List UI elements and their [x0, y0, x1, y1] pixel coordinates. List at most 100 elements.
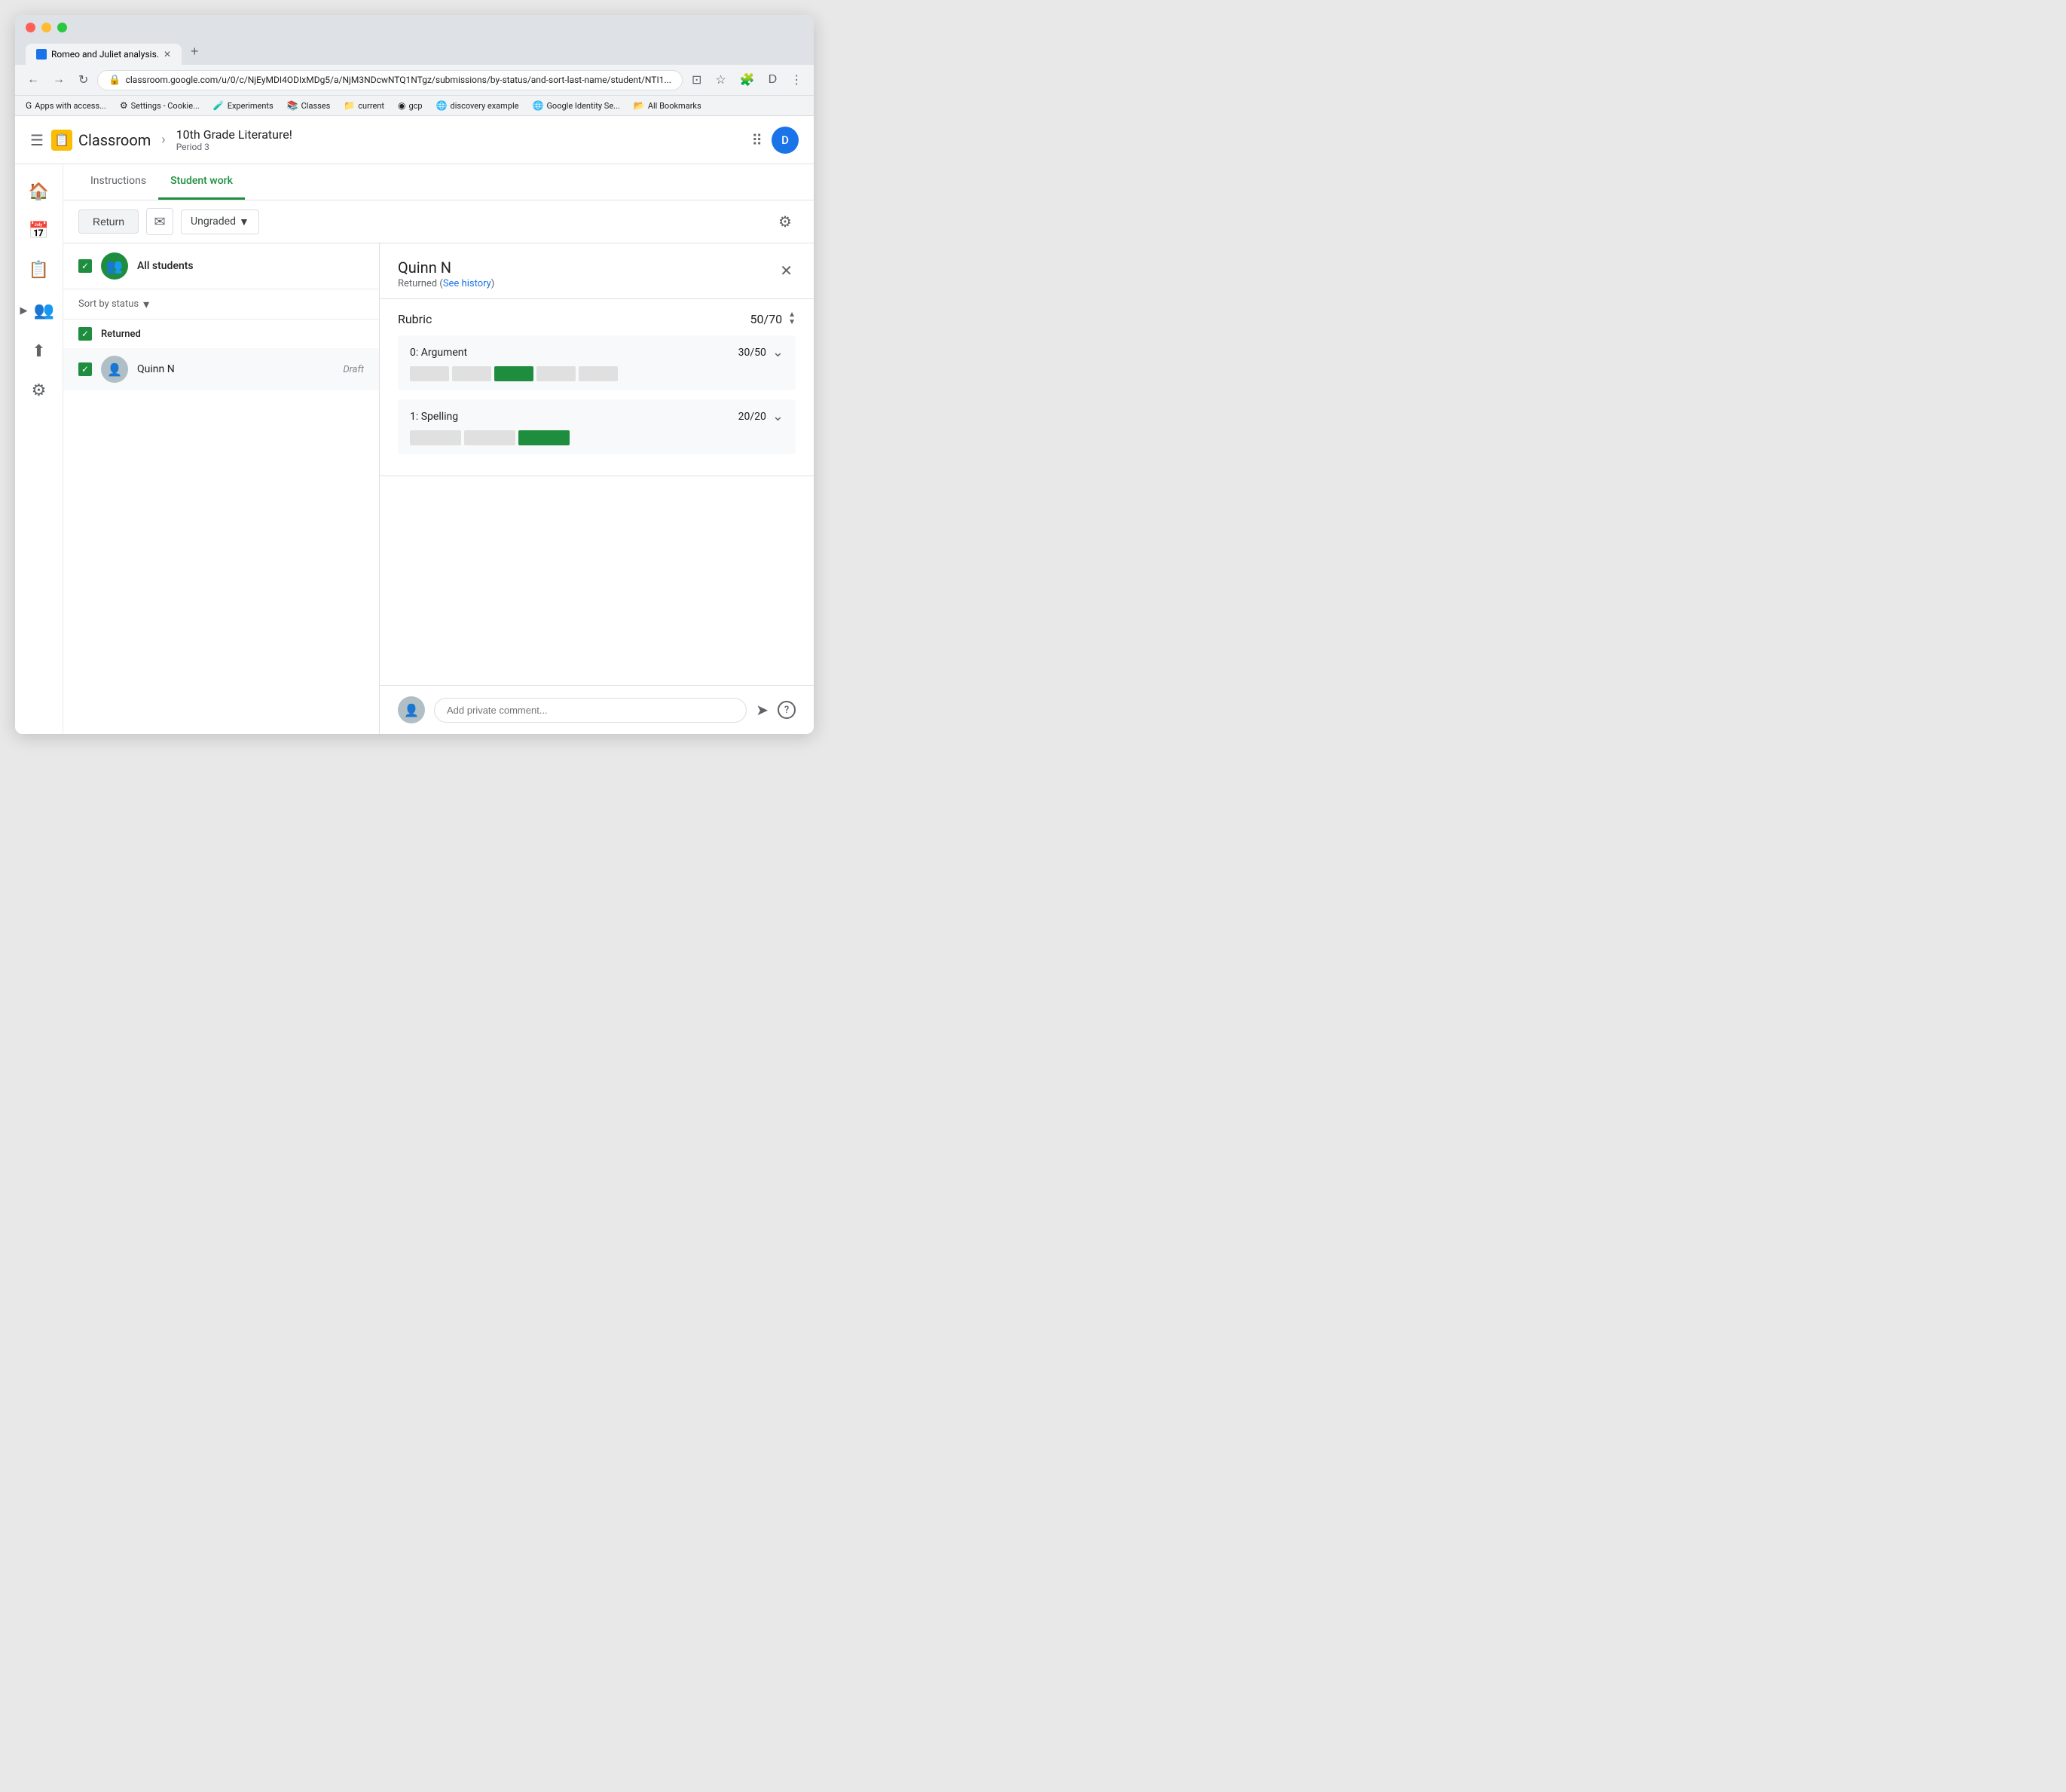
- google-icon: G: [26, 100, 32, 111]
- active-tab[interactable]: Romeo and Juliet analysis. ✕: [26, 44, 182, 65]
- back-button[interactable]: ←: [23, 70, 44, 90]
- returned-checkbox[interactable]: [78, 327, 92, 341]
- rubric-header: Rubric 50/70 ▲ ▼: [398, 311, 796, 326]
- cast-icon[interactable]: ⊡: [687, 69, 706, 90]
- criteria-argument-expand-icon[interactable]: ⌄: [772, 344, 784, 360]
- bookmark-current[interactable]: 📁 current: [341, 99, 387, 112]
- tab-title: Romeo and Juliet analysis.: [51, 49, 159, 60]
- all-students-checkbox[interactable]: [78, 259, 92, 273]
- close-traffic-light[interactable]: [26, 23, 35, 32]
- user-avatar[interactable]: D: [772, 127, 799, 154]
- grid-apps-icon[interactable]: ⠿: [751, 131, 763, 149]
- browser-controls: [26, 23, 803, 32]
- spelling-score-bar: [410, 430, 784, 445]
- criteria-argument-score-value: 30/50: [738, 347, 766, 359]
- url-text: classroom.google.com/u/0/c/NjEyMDI4ODIxM…: [126, 75, 671, 85]
- sidebar-item-home[interactable]: 🏠: [21, 173, 57, 209]
- argument-score-bar: [410, 366, 784, 381]
- course-period: Period 3: [176, 142, 292, 152]
- return-button[interactable]: Return: [78, 209, 139, 234]
- sort-row: Sort by status ▾: [63, 289, 379, 320]
- browser-window: Romeo and Juliet analysis. ✕ + ← → ↻ 🔒 c…: [15, 15, 814, 734]
- student-submission-status: Draft: [343, 364, 364, 375]
- minimize-traffic-light[interactable]: [41, 23, 51, 32]
- bookmark-experiments-label: Experiments: [228, 101, 274, 111]
- close-panel-button[interactable]: ✕: [777, 258, 796, 283]
- sidebar-item-settings[interactable]: ⚙: [21, 372, 57, 408]
- settings-bookmark-icon: ⚙: [120, 100, 128, 111]
- help-icon[interactable]: ?: [778, 701, 796, 719]
- bookmark-discovery[interactable]: 🌐 discovery example: [433, 99, 522, 112]
- browser-titlebar: Romeo and Juliet analysis. ✕ +: [15, 15, 814, 65]
- student-checkbox[interactable]: [78, 362, 92, 376]
- bookmark-identity-label: Google Identity Se...: [546, 101, 619, 111]
- commenter-avatar: 👤: [398, 696, 425, 723]
- student-work-panel: Quinn N Returned (See history) ✕ Rubric: [380, 243, 814, 734]
- app-title: Classroom: [78, 131, 151, 149]
- student-info: Quinn N Returned (See history): [398, 258, 777, 289]
- criteria-spelling-expand-icon[interactable]: ⌄: [772, 408, 784, 424]
- experiments-icon: 🧪: [213, 100, 225, 111]
- returned-label: Returned: [101, 329, 141, 340]
- new-tab-button[interactable]: +: [183, 38, 206, 65]
- browser-toolbar: ← → ↻ 🔒 classroom.google.com/u/0/c/NjEyM…: [15, 65, 814, 96]
- sidebar-expand[interactable]: ▶ 👥: [20, 297, 58, 324]
- grade-filter-dropdown[interactable]: Ungraded ▼: [181, 209, 259, 234]
- comment-input[interactable]: [434, 698, 747, 723]
- header-left: ☰ 📋 Classroom › 10th Grade Literature! P…: [30, 127, 751, 152]
- bookmark-apps[interactable]: G Apps with access...: [23, 99, 109, 112]
- all-students-row[interactable]: 👥 All students: [63, 243, 379, 289]
- reload-button[interactable]: ↻: [74, 69, 93, 90]
- work-spacer: [380, 476, 814, 685]
- tab-student-work[interactable]: Student work: [158, 164, 245, 200]
- rubric-score-arrows[interactable]: ▲ ▼: [788, 311, 796, 326]
- tab-instructions[interactable]: Instructions: [78, 164, 158, 200]
- app-container: ☰ 📋 Classroom › 10th Grade Literature! P…: [15, 116, 814, 734]
- sidebar: 🏠 📅 📋 ▶ 👥 ⬆ ⚙: [15, 164, 63, 734]
- see-history-link[interactable]: See history: [443, 278, 491, 289]
- bookmark-classes[interactable]: 📚 Classes: [284, 99, 334, 112]
- sidebar-item-assignment[interactable]: 📋: [21, 252, 57, 288]
- profile-icon[interactable]: D: [764, 70, 782, 90]
- bookmark-classes-label: Classes: [301, 101, 331, 111]
- sort-dropdown-icon[interactable]: ▾: [143, 297, 149, 311]
- extensions-icon[interactable]: 🧩: [735, 69, 759, 90]
- app-header: ☰ 📋 Classroom › 10th Grade Literature! P…: [15, 116, 814, 164]
- sidebar-item-calendar[interactable]: 📅: [21, 213, 57, 249]
- menu-icon[interactable]: ⋮: [786, 69, 807, 90]
- criteria-spelling-score: 20/20 ⌄: [738, 408, 784, 424]
- settings-icon-button[interactable]: ⚙: [772, 208, 799, 235]
- email-icon-button[interactable]: ✉: [146, 208, 173, 235]
- hamburger-menu-icon[interactable]: ☰: [30, 131, 44, 149]
- classroom-logo-icon: 📋: [51, 130, 72, 151]
- sidebar-item-people[interactable]: 👥: [31, 297, 58, 324]
- rubric-section: Rubric 50/70 ▲ ▼: [380, 299, 814, 476]
- split-view: 👥 All students Sort by status ▾ Returned: [63, 243, 814, 734]
- send-comment-icon[interactable]: ➤: [756, 701, 769, 719]
- bookmark-experiments[interactable]: 🧪 Experiments: [210, 99, 277, 112]
- discovery-icon: 🌐: [436, 100, 448, 111]
- sidebar-item-upload[interactable]: ⬆: [21, 333, 57, 369]
- tab-close-icon[interactable]: ✕: [164, 49, 171, 60]
- lock-icon: 🔒: [108, 75, 121, 86]
- forward-button[interactable]: →: [48, 70, 69, 90]
- bookmark-all-label: All Bookmarks: [648, 101, 701, 111]
- criteria-argument-name: 0: Argument: [410, 347, 467, 359]
- bookmark-icon[interactable]: ☆: [711, 69, 730, 90]
- arg-bar-1: [410, 366, 449, 381]
- bookmarks-bar: G Apps with access... ⚙ Settings - Cooki…: [15, 96, 814, 116]
- all-students-label: All students: [137, 260, 194, 272]
- rubric-title: Rubric: [398, 312, 432, 326]
- rubric-score-value: 50/70: [750, 312, 783, 326]
- expand-arrow-icon: ▶: [20, 305, 28, 317]
- bookmark-all[interactable]: 📂 All Bookmarks: [631, 99, 704, 112]
- student-status-text: Returned (See history): [398, 278, 777, 289]
- maximize-traffic-light[interactable]: [57, 23, 67, 32]
- bookmark-gcp[interactable]: ◉ gcp: [395, 99, 426, 112]
- course-title: 10th Grade Literature!: [176, 127, 292, 142]
- bookmark-settings[interactable]: ⚙ Settings - Cookie...: [117, 99, 203, 112]
- url-bar[interactable]: 🔒 classroom.google.com/u/0/c/NjEyMDI4ODI…: [97, 70, 683, 90]
- bookmark-discovery-label: discovery example: [451, 101, 519, 111]
- bookmark-google-identity[interactable]: 🌐 Google Identity Se...: [529, 99, 622, 112]
- student-row[interactable]: 👤 Quinn N Draft: [63, 348, 379, 390]
